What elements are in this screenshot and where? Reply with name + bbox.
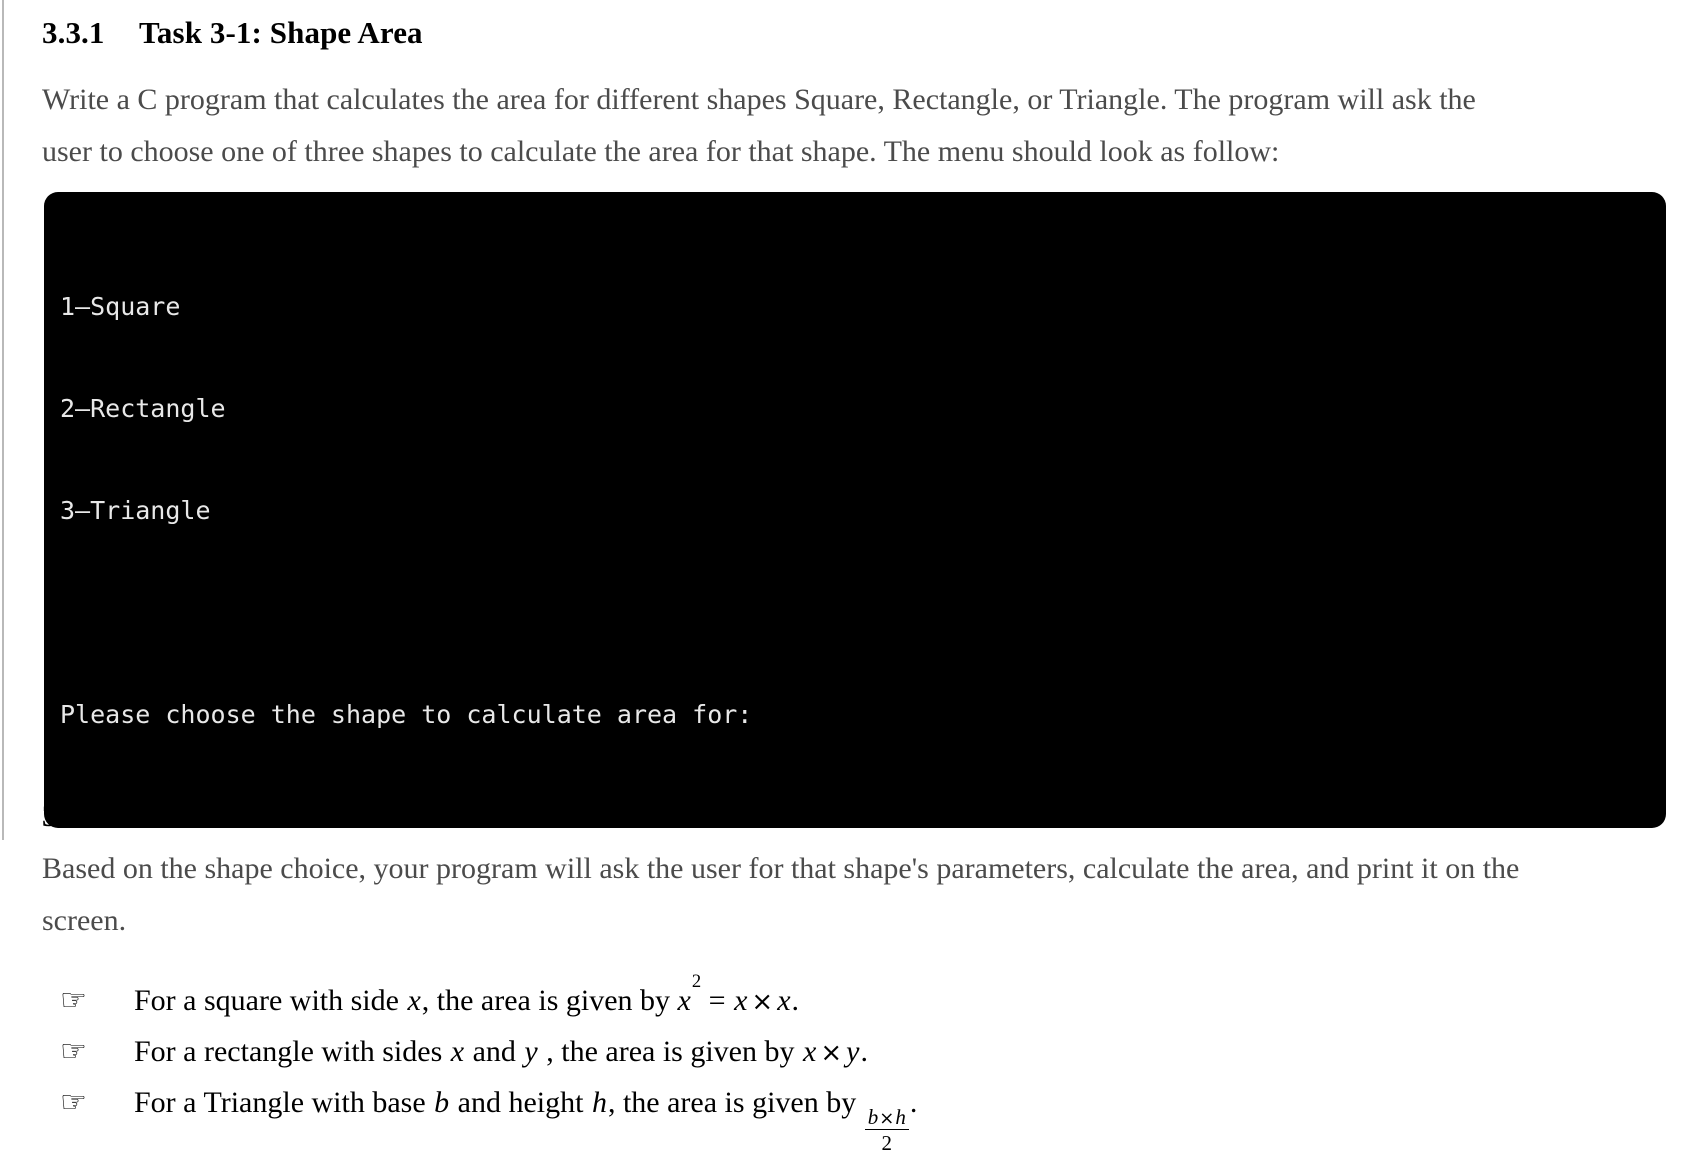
list-item-text: For a Triangle with base b and height h,… <box>134 1078 917 1154</box>
list-item-text: For a square with side x, the area is gi… <box>134 969 799 1027</box>
formula-square-term: x2 <box>677 971 702 1017</box>
followup-paragraph: Based on the shape choice, your program … <box>42 852 1520 937</box>
next-section-heading: 3.3.2 Task 3-2: GPA Calculations <box>42 800 503 840</box>
bullet-middle: , the area is given by <box>546 1035 795 1068</box>
pointing-hand-icon: ☞ <box>60 1034 87 1069</box>
bullet-variable: x <box>450 1035 465 1068</box>
bullet-lead: For a Triangle with base <box>134 1086 426 1119</box>
bullet-conjunction: and <box>472 1035 516 1068</box>
list-item: ☞ For a square with side x, the area is … <box>42 969 1668 1027</box>
formula-exponent: 2 <box>691 971 702 993</box>
terminal-output-block: 1–Square 2–Rectangle 3–Triangle Please c… <box>44 192 1666 828</box>
multiply-operator-icon: × <box>751 987 774 1017</box>
terminal-line: 3–Triangle <box>60 496 211 525</box>
list-item: ☞ For a Triangle with base b and height … <box>42 1078 1668 1154</box>
formula-list: ☞ For a square with side x, the area is … <box>42 969 1668 1154</box>
formula-trailing: . <box>860 1035 868 1068</box>
formula-fraction: b×h 2 <box>864 1104 909 1155</box>
fraction-numerator-b: h <box>895 1104 906 1129</box>
bullet-variable: y <box>524 1035 538 1068</box>
bullet-variable: b <box>434 1086 450 1119</box>
section-number: 3.3.1 <box>42 15 105 50</box>
formula-factor-a: x <box>802 1035 817 1068</box>
multiply-operator-icon: × <box>879 1107 895 1129</box>
fraction-numerator: b×h <box>864 1104 909 1131</box>
formula-trailing: . <box>909 1086 918 1119</box>
pointing-hand-icon: ☞ <box>60 1085 87 1120</box>
intro-paragraph: Write a C program that calculates the ar… <box>42 83 1476 168</box>
formula-equals: = <box>708 984 726 1017</box>
terminal-line: 2–Rectangle <box>60 394 226 423</box>
list-item: ☞ For a rectangle with sides x and y , t… <box>42 1027 1668 1078</box>
formula-trailing: . <box>791 984 800 1017</box>
next-section-number: 3.3.2 <box>42 800 104 833</box>
bullet-lead: For a square with side <box>134 984 399 1017</box>
fraction-denominator: 2 <box>881 1131 893 1155</box>
section-title: Task 3-1: Shape Area <box>139 15 423 50</box>
bullet-variable: h <box>591 1086 607 1119</box>
bullet-middle: , the area is given by <box>421 984 671 1017</box>
formula-base: x <box>677 984 691 1017</box>
bullet-middle: , the area is given by <box>607 1086 857 1119</box>
fraction-numerator-a: b <box>867 1104 879 1129</box>
multiply-operator-icon: × <box>820 1038 843 1068</box>
formula-factor-b: x <box>777 984 791 1017</box>
bullet-variable: x <box>407 984 421 1017</box>
bullet-conjunction: and height <box>457 1086 584 1119</box>
terminal-prompt-line: Please choose the shape to calculate are… <box>60 700 753 729</box>
formula-factor-a: x <box>734 984 748 1017</box>
bullet-lead: For a rectangle with sides <box>134 1035 443 1068</box>
pointing-hand-icon: ☞ <box>60 983 87 1018</box>
document-page: 3.3.1 Task 3-1: Shape Area Write a C pro… <box>0 0 1698 1154</box>
formula-factor-b: y <box>846 1035 860 1068</box>
terminal-line: 1–Square <box>60 292 181 321</box>
page-title: 3.3.1 Task 3-1: Shape Area <box>42 0 1668 48</box>
list-item-text: For a rectangle with sides x and y , the… <box>134 1027 868 1078</box>
next-section-title: Task 3-2: GPA Calculations <box>139 800 504 833</box>
